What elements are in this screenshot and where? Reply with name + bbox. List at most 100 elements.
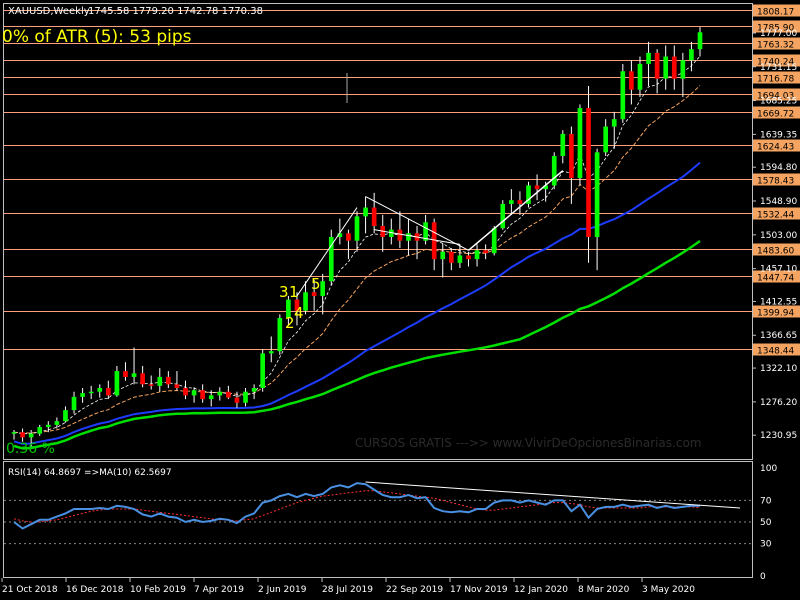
- price-level-value: 1447.74: [757, 274, 794, 284]
- candle-body: [611, 119, 617, 127]
- price-tick-label: 1230.95: [760, 431, 797, 441]
- candle-body: [208, 395, 214, 400]
- time-tick-label: 8 Mar 2020: [578, 585, 630, 595]
- candle-body: [500, 203, 506, 229]
- symbol-header: XAUUSD,Weekly: [8, 6, 90, 17]
- candle-body: [243, 391, 248, 403]
- candle-body: [277, 318, 283, 352]
- candle-body: [234, 397, 240, 403]
- candle-body: [594, 152, 600, 238]
- candle-body: [354, 216, 360, 241]
- candle-body: [191, 390, 197, 396]
- candle-body: [114, 371, 120, 396]
- candle-body: [440, 251, 446, 260]
- candle-body: [183, 388, 188, 396]
- price-level-value: 1578.43: [757, 177, 794, 187]
- candle-body: [517, 200, 523, 204]
- candle-body: [697, 32, 703, 50]
- candle-body: [586, 108, 591, 238]
- candle-body: [560, 133, 566, 156]
- candle-body: [97, 388, 103, 392]
- candle-body: [689, 49, 694, 61]
- candle-body: [11, 432, 17, 434]
- time-tick-label: 7 Apr 2019: [194, 585, 244, 595]
- candle-body: [303, 292, 308, 311]
- candle-body: [320, 281, 326, 296]
- price-level-value: 1348.44: [757, 347, 794, 357]
- candle-body: [671, 56, 677, 79]
- candle-body: [157, 376, 163, 386]
- candle-body: [654, 52, 660, 79]
- candle-body: [663, 56, 669, 79]
- candle-body: [483, 250, 488, 254]
- price-tick-label: 1503.00: [760, 231, 797, 241]
- time-tick-label: 10 Feb 2019: [130, 585, 186, 595]
- price-level-value: 1624.43: [757, 143, 794, 153]
- candle-body: [226, 391, 231, 398]
- candle-body: [268, 351, 274, 354]
- candle-body: [620, 71, 626, 120]
- candle-body: [148, 384, 154, 386]
- candle-body: [629, 71, 634, 90]
- candle-body: [603, 126, 609, 153]
- candle-body: [346, 233, 351, 241]
- price-tick-label: 1276.20: [760, 398, 797, 408]
- candle-body: [37, 427, 43, 434]
- chart-background: [0, 0, 800, 600]
- candle-body: [637, 63, 643, 90]
- candle-body: [45, 424, 51, 428]
- price-tick-label: 1594.80: [760, 163, 797, 173]
- time-tick-label: 17 Nov 2019: [450, 585, 508, 595]
- time-tick-label: 3 May 2020: [642, 585, 695, 595]
- rsi-tick-label: 100: [760, 464, 777, 474]
- candle-body: [131, 373, 137, 377]
- price-chart[interactable]: 1808.171785.901763.321740.241716.781694.…: [0, 0, 800, 600]
- candle-body: [71, 396, 77, 411]
- candle-body: [80, 393, 85, 397]
- atr-label: 0% of ATR (5): 53 pips: [2, 27, 192, 47]
- time-tick-label: 2 Jun 2019: [258, 585, 307, 595]
- candle-body: [260, 353, 266, 389]
- price-level-value: 1399.94: [757, 309, 794, 319]
- candle-body: [54, 421, 60, 425]
- candle-body: [174, 384, 180, 389]
- ohlc-header: 1745.58 1779.20 1742.78 1770.38: [88, 6, 263, 17]
- price-tick-label: 1412.55: [760, 297, 797, 307]
- price-tick-label: 1731.15: [760, 63, 797, 73]
- candle-body: [466, 255, 471, 260]
- candle-body: [88, 391, 94, 394]
- time-tick-label: 22 Sep 2019: [386, 585, 443, 595]
- price-level-value: 1808.17: [757, 8, 794, 18]
- candle-body: [371, 207, 377, 226]
- price-tick-label: 1366.65: [760, 331, 797, 341]
- candle-body: [474, 250, 480, 260]
- price-tick-label: 1457.10: [760, 265, 797, 275]
- candle-body: [166, 376, 171, 385]
- candle-body: [105, 388, 111, 396]
- candle-body: [680, 60, 686, 79]
- candle-body: [363, 207, 368, 217]
- price-level-value: 1763.32: [757, 41, 794, 51]
- candle-body: [397, 229, 403, 241]
- price-tick-label: 1322.10: [760, 364, 797, 374]
- price-tick-label: 1777.00: [760, 29, 797, 39]
- wave-label-4: 4: [294, 304, 304, 322]
- candle-body: [509, 200, 514, 204]
- candle-body: [569, 133, 574, 179]
- candle-body: [251, 388, 257, 392]
- time-tick-label: 16 Dec 2018: [66, 585, 124, 595]
- price-level-value: 1483.60: [757, 247, 794, 257]
- candle-body: [140, 373, 145, 385]
- rsi-tick-label: 50: [760, 518, 772, 528]
- candle-body: [646, 52, 651, 64]
- rsi-tick-label: 30: [760, 540, 772, 550]
- candle-body: [20, 432, 25, 438]
- wave-label-1: 1: [289, 283, 299, 301]
- price-tick-label: 1639.35: [760, 130, 797, 140]
- time-tick-label: 12 Jan 2020: [514, 585, 568, 595]
- rsi-tick-label: 0: [760, 572, 766, 582]
- price-level-value: 1716.78: [757, 75, 794, 85]
- rsi-header: RSI(14) 64.8697 =>MA(10) 62.5697: [8, 468, 172, 478]
- wave-label-3: 3: [279, 283, 289, 301]
- candle-body: [577, 108, 583, 179]
